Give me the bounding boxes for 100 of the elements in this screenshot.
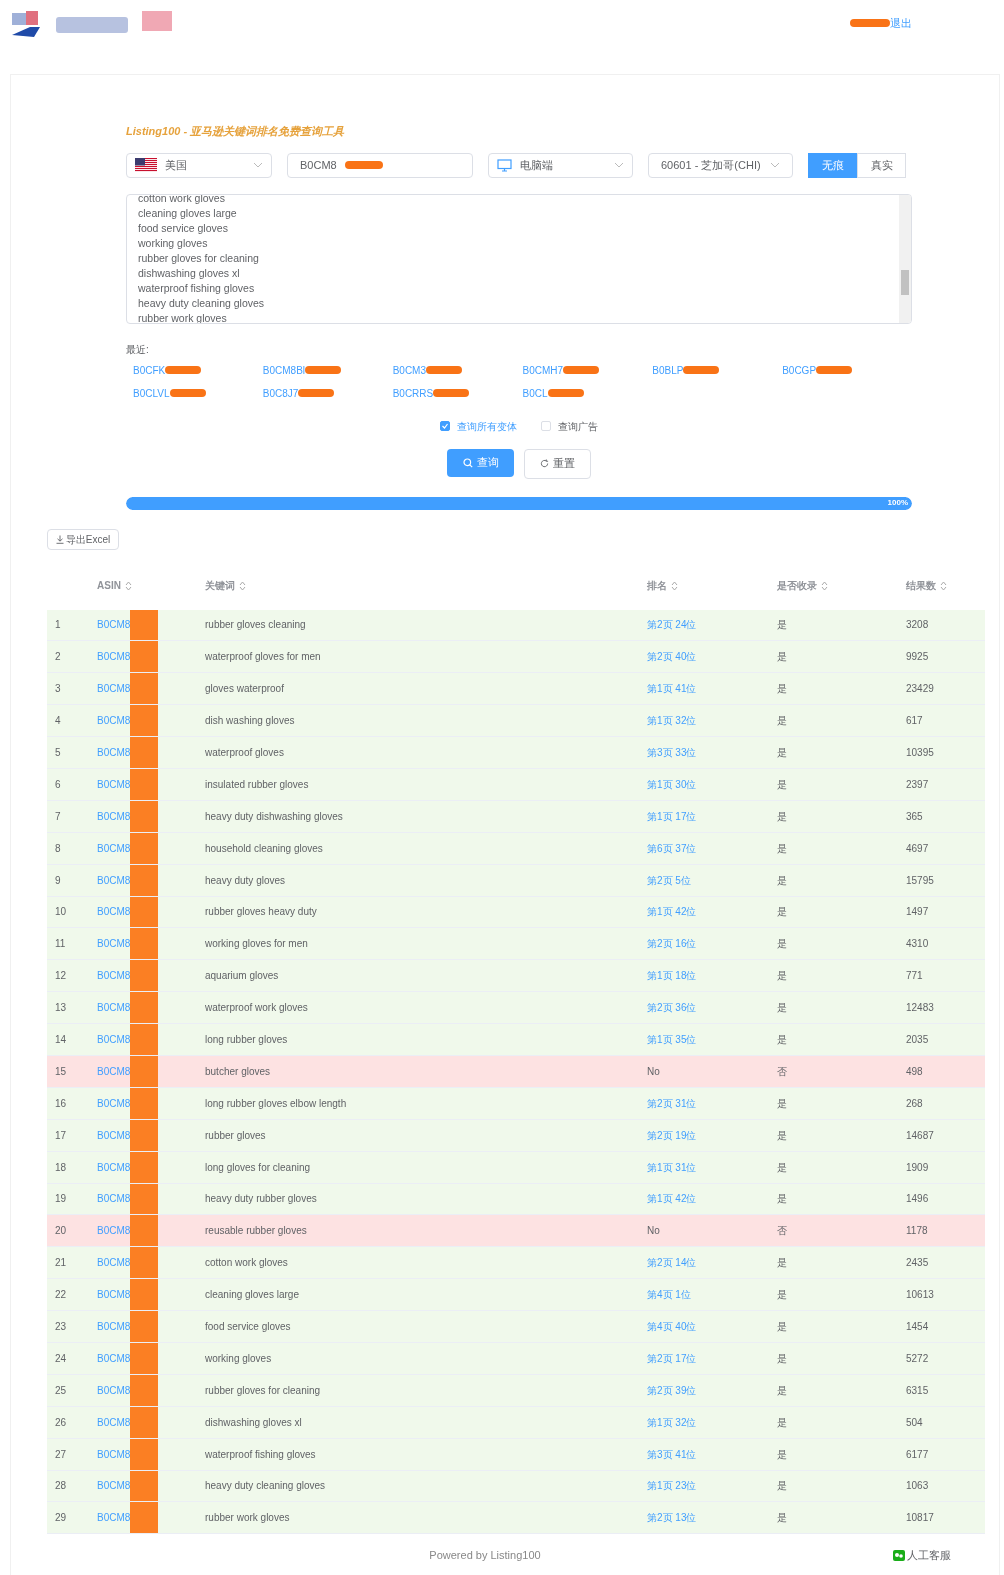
asin-link[interactable]: B0CM8 [97, 745, 131, 760]
recent-asin-link[interactable]: B0CGP [782, 362, 817, 378]
rank-link[interactable]: 第2页 19位 [647, 1129, 697, 1141]
row-number: 19 [55, 1193, 67, 1205]
table-cell: 15795 [906, 874, 934, 886]
asin-link[interactable]: B0CM8 [97, 1350, 131, 1366]
asin-link[interactable]: B0CM8 [97, 808, 131, 824]
table-cell: 是 [777, 1512, 787, 1524]
asin-link[interactable]: B0CM8 [97, 776, 131, 792]
asin-link[interactable]: B0CM8 [97, 1032, 131, 1047]
rank-link[interactable]: 第1页 35位 [647, 1034, 697, 1045]
asin-link[interactable]: B0CM8 [97, 904, 131, 920]
rank-link[interactable]: 第1页 42位 [647, 906, 697, 918]
sort-icon[interactable] [940, 580, 947, 591]
rank-link[interactable]: 第1页 17位 [647, 810, 697, 822]
table-cell: household cleaning gloves [205, 842, 323, 854]
rank-link[interactable]: 第3页 41位 [647, 1448, 697, 1460]
recent-asin-link[interactable]: B0BLP [652, 362, 684, 378]
country-select[interactable]: 美国 [126, 152, 272, 178]
redaction-bar [130, 1183, 159, 1215]
recent-asin-link[interactable]: B0CLVL [133, 385, 170, 401]
rank-link[interactable]: 第2页 14位 [647, 1257, 697, 1269]
reset-button[interactable]: 重置 [524, 448, 591, 479]
device-select[interactable]: 电脑端 [488, 152, 633, 178]
recent-asin-link[interactable]: B0C8J7 [262, 385, 299, 401]
rank-link[interactable]: 第1页 31位 [647, 1161, 697, 1173]
rank-link[interactable]: 第2页 36位 [647, 1002, 697, 1014]
support-link[interactable]: 人工客服 [907, 1547, 951, 1564]
asin-link[interactable]: B0CM8 [97, 1191, 131, 1207]
asin-link[interactable]: B0CM8 [97, 1159, 131, 1175]
table-cell: 是 [777, 1257, 787, 1269]
sort-icon[interactable] [124, 580, 132, 591]
rank-link[interactable]: 第2页 39位 [647, 1384, 697, 1396]
rank-link[interactable]: 第1页 32位 [647, 1416, 697, 1428]
logout-link[interactable]: 退出 [890, 14, 912, 32]
asin-link[interactable]: B0CM8 [97, 936, 131, 952]
asin-link[interactable]: B0CM8 [97, 872, 131, 888]
asin-input[interactable]: B0CM8 [287, 152, 473, 178]
rank-link[interactable]: 第4页 40位 [647, 1321, 697, 1333]
redaction-bar [130, 1502, 159, 1534]
recent-asin-link[interactable]: B0CRRS [392, 385, 434, 401]
asin-link[interactable]: B0CM8 [97, 1223, 131, 1239]
rank-link[interactable]: 第2页 24位 [647, 619, 697, 631]
asin-link[interactable]: B0CM8 [97, 1510, 131, 1526]
rank-link[interactable]: 第1页 18位 [647, 970, 697, 982]
rank-link[interactable]: 第2页 13位 [647, 1512, 697, 1524]
asin-link[interactable]: B0CM8 [97, 968, 131, 984]
location-select[interactable]: 60601 - 芝加哥(CHI) [648, 152, 793, 178]
table-cell: aquarium gloves [205, 970, 279, 982]
asin-link[interactable]: B0CM8 [97, 617, 131, 633]
asin-link[interactable]: B0CM8 [97, 1287, 131, 1303]
asin-link[interactable]: B0CM8 [97, 1095, 131, 1111]
asin-link[interactable]: B0CM8 [97, 713, 131, 729]
rank-link[interactable]: 第2页 5位 [647, 874, 691, 886]
query-button[interactable]: 查询 [447, 448, 514, 477]
asin-link[interactable]: B0CM8 [97, 1000, 131, 1016]
asin-link[interactable]: B0CM8 [97, 681, 131, 697]
rank-link[interactable]: 第1页 41位 [647, 683, 697, 695]
asin-link[interactable]: B0CM8 [97, 1063, 131, 1079]
row-number: 12 [55, 970, 67, 982]
sort-icon[interactable] [239, 580, 246, 591]
rank-link[interactable]: 第4页 1位 [647, 1289, 691, 1301]
scrollbar[interactable] [899, 194, 911, 323]
redaction-bar [130, 768, 159, 800]
rank-link[interactable]: 第1页 42位 [647, 1193, 697, 1205]
asin-link[interactable]: B0CM8 [97, 1255, 131, 1271]
rank-link[interactable]: 第6页 37位 [647, 842, 697, 854]
rank-link[interactable]: 第2页 17位 [647, 1352, 697, 1364]
rank-link[interactable]: 第1页 32位 [647, 715, 697, 727]
mode-tab[interactable]: 真实 [857, 152, 906, 178]
rank-link[interactable]: 第2页 31位 [647, 1097, 697, 1109]
asin-link[interactable]: B0CM8 [97, 840, 131, 856]
chat-icon [893, 1549, 905, 1561]
asin-link[interactable]: B0CM8 [97, 1446, 131, 1462]
table-cell: 是 [777, 778, 787, 790]
column-header: 关键词 [205, 579, 235, 593]
recent-asin-link[interactable]: B0CM8Bl [262, 362, 306, 378]
recent-asin-link[interactable]: B0CMH7 [522, 362, 564, 378]
redaction-bar [130, 609, 159, 641]
sort-icon[interactable] [671, 580, 678, 591]
rank-link[interactable]: 第2页 40位 [647, 651, 697, 663]
recent-asin-link[interactable]: B0CL [522, 385, 548, 401]
export-button[interactable]: 导出Excel [47, 528, 119, 550]
rank-link[interactable]: 第3页 33位 [647, 747, 697, 758]
asin-link[interactable]: B0CM8 [97, 1414, 131, 1430]
rank-link[interactable]: 第1页 23位 [647, 1480, 697, 1492]
sort-icon[interactable] [821, 580, 828, 591]
recent-asin-link[interactable]: B0CM3 [392, 362, 426, 378]
asin-link[interactable]: B0CM8 [97, 1319, 131, 1335]
rank-link[interactable]: 第2页 16位 [647, 938, 697, 950]
checkbox[interactable] [440, 421, 450, 431]
column-header: 排名 [647, 579, 667, 593]
table-cell: 是 [777, 906, 787, 918]
asin-link[interactable]: B0CM8 [97, 1127, 131, 1143]
asin-link[interactable]: B0CM8 [97, 1478, 131, 1494]
asin-link[interactable]: B0CM8 [97, 649, 131, 665]
recent-asin-link[interactable]: B0CFK [133, 362, 166, 378]
rank-link[interactable]: 第1页 30位 [647, 778, 697, 790]
asin-link[interactable]: B0CM8 [97, 1382, 131, 1398]
mode-tab[interactable]: 无痕 [808, 152, 857, 178]
